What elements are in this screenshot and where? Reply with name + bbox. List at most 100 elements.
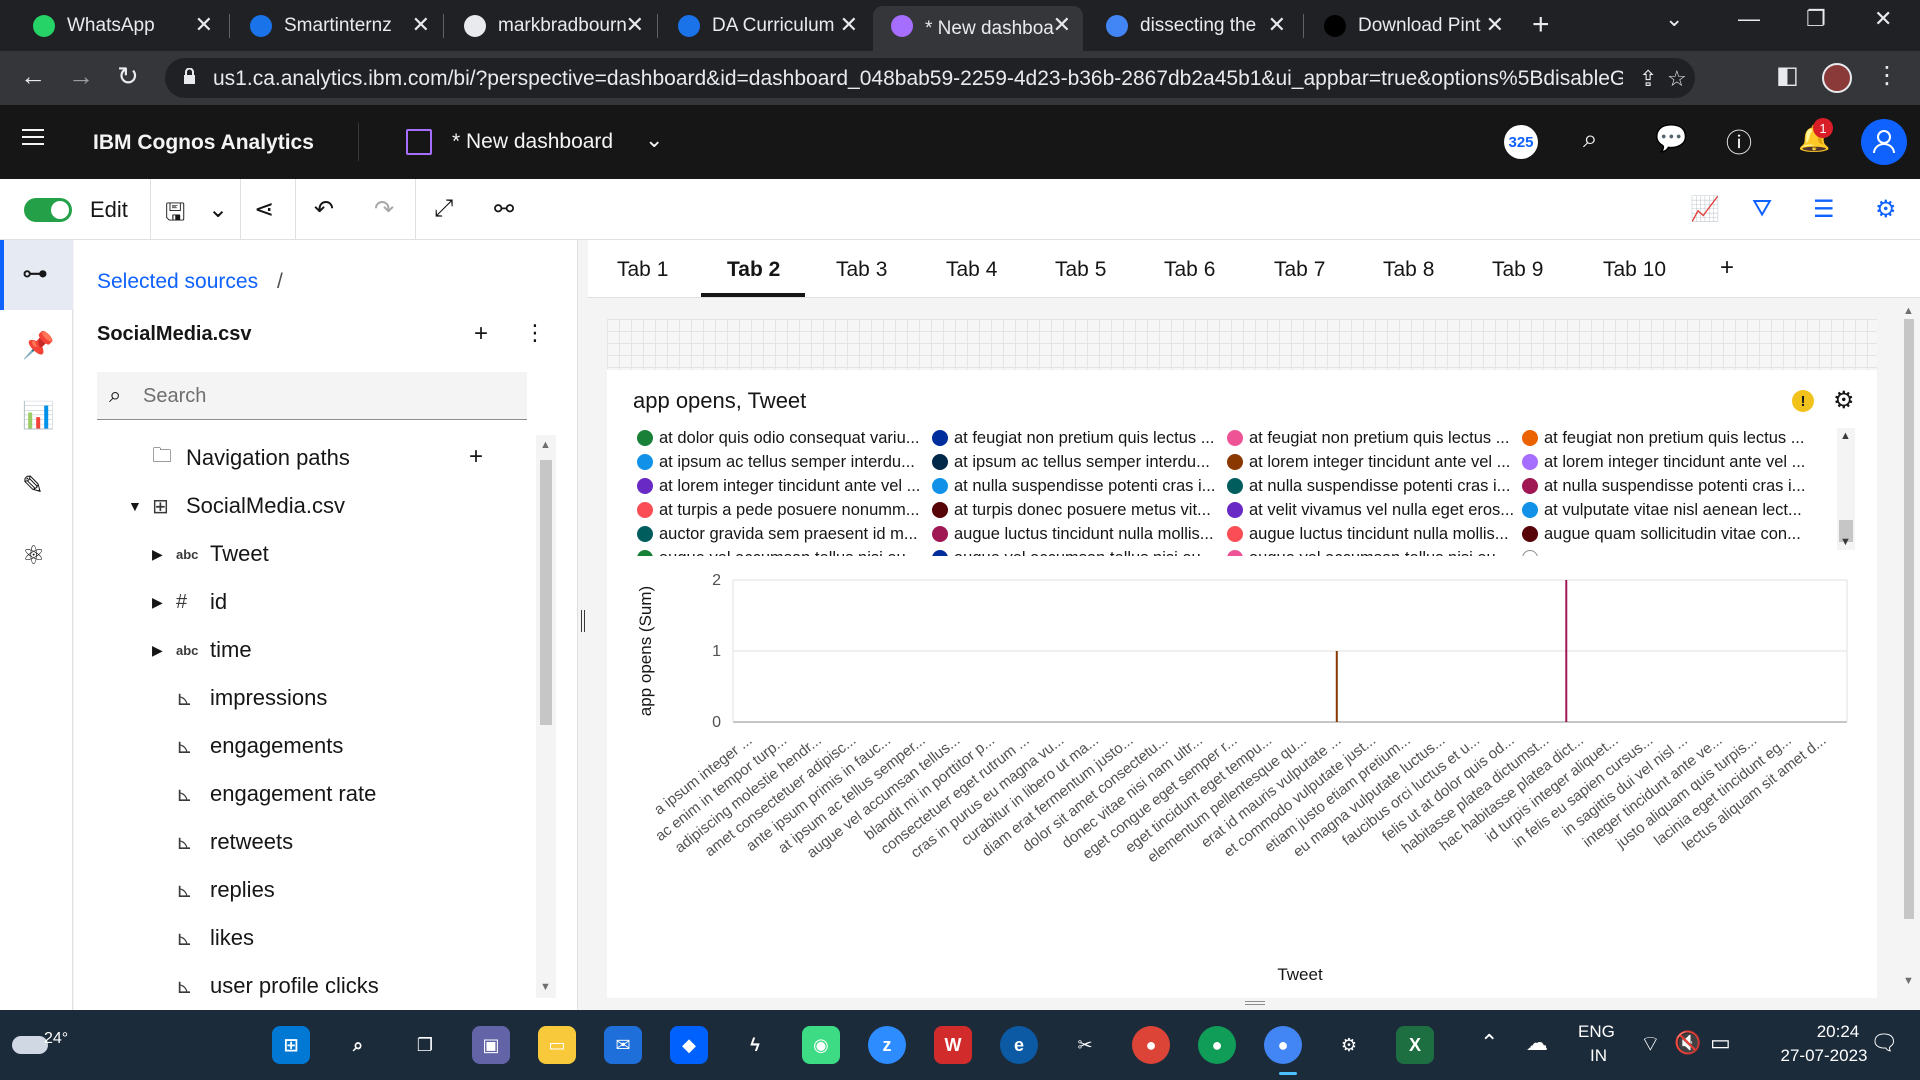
legend-scrollbar[interactable]: ▲ ▼ xyxy=(1837,428,1855,550)
legend-item[interactable]: at lorem integer tincidunt ante vel ... xyxy=(637,474,927,498)
scroll-up-icon[interactable]: ▲ xyxy=(540,439,551,451)
side-panel-icon[interactable]: ◧ xyxy=(1776,61,1799,90)
snipping-tool-icon[interactable]: ✂ xyxy=(1066,1026,1104,1064)
close-tab-icon[interactable]: ✕ xyxy=(1053,12,1071,38)
minimize-icon[interactable]: — xyxy=(1738,6,1760,32)
tree-node[interactable]: ⊾ user profile clicks xyxy=(152,966,379,1006)
volume-muted-icon[interactable]: 🔇 xyxy=(1674,1030,1701,1056)
settings-icon[interactable]: ⚙ xyxy=(1833,386,1855,415)
browser-tab[interactable]: * New dashboa ✕ xyxy=(873,6,1083,51)
file-explorer-icon[interactable]: ▭ xyxy=(538,1026,576,1064)
legend-item[interactable]: at feugiat non pretium quis lectus ... xyxy=(1227,426,1517,450)
visualizations-icon[interactable]: 📈 xyxy=(1690,195,1720,224)
tree-node[interactable]: ▶ abc time xyxy=(152,630,252,670)
legend-item[interactable]: at feugiat non pretium quis lectus ... xyxy=(1522,426,1812,450)
widgets-icon[interactable]: ✎ xyxy=(22,470,44,501)
chrome-menu-icon[interactable]: ⋮ xyxy=(1875,61,1899,90)
search-icon[interactable]: ⌕ xyxy=(339,1026,377,1064)
dashboard-tab[interactable]: Tab 8 xyxy=(1383,258,1434,282)
settings-icon[interactable]: ⚙ xyxy=(1330,1026,1368,1064)
pin-icon[interactable]: 📌 xyxy=(22,330,54,361)
legend-item[interactable]: ... xyxy=(1522,546,1812,556)
windows-start-icon[interactable]: ⊞ xyxy=(272,1026,310,1064)
scroll-up-icon[interactable]: ▲ xyxy=(1840,430,1851,442)
browser-tab[interactable]: Smartinternz ✕ xyxy=(232,6,442,45)
legend-item[interactable]: augue vel accumsan tellus nisi eu ... xyxy=(1227,546,1517,556)
tab-search-icon[interactable]: ⌄ xyxy=(1665,6,1683,32)
legend-item[interactable]: at feugiat non pretium quis lectus ... xyxy=(932,426,1222,450)
legend-item[interactable]: at vulputate vitae nisl aenean lect... xyxy=(1522,498,1812,522)
edit-mode-toggle[interactable] xyxy=(24,198,72,222)
dashboard-tab[interactable]: Tab 2 xyxy=(727,258,780,282)
save-icon[interactable]: 🖫 xyxy=(165,195,185,236)
caret-right-icon[interactable]: ▶ xyxy=(152,594,176,611)
task-view-icon[interactable]: ❐ xyxy=(406,1026,444,1064)
user-avatar-button[interactable] xyxy=(1861,119,1907,165)
chevron-up-icon[interactable]: ⌃ xyxy=(1480,1030,1498,1056)
add-tab-button[interactable]: + xyxy=(1720,254,1734,282)
tree-node[interactable]: ⊾ engagements xyxy=(152,726,343,766)
share-icon[interactable]: ⇪ xyxy=(1639,66,1657,92)
relationship-icon[interactable]: ⚯ xyxy=(494,195,514,224)
search-icon[interactable]: ⌕ xyxy=(1583,123,1598,155)
chrome-profile-icon[interactable]: ● xyxy=(1132,1026,1170,1064)
legend-item[interactable]: at turpis donec posuere metus vit... xyxy=(932,498,1222,522)
filter-icon[interactable]: ⛛ xyxy=(1752,195,1772,223)
visualization-widget[interactable]: app opens, Tweet ! ⚙ at dolor quis odio … xyxy=(607,370,1877,998)
caret-right-icon[interactable]: ▶ xyxy=(152,546,176,563)
panel-splitter[interactable] xyxy=(578,240,588,1010)
dashboard-tab[interactable]: Tab 5 xyxy=(1055,258,1106,282)
close-tab-icon[interactable]: ✕ xyxy=(1268,12,1286,38)
widget-resize-handle[interactable] xyxy=(1245,1001,1265,1005)
user-count-badge[interactable]: 325 xyxy=(1504,125,1538,159)
browser-tab[interactable]: dissecting the ✕ xyxy=(1088,6,1298,45)
legend-item[interactable]: augue luctus tincidunt nulla mollis... xyxy=(1227,522,1517,546)
browser-tab[interactable]: markbradbourn ✕ xyxy=(446,6,656,45)
dashboard-tab[interactable]: Tab 1 xyxy=(617,258,668,282)
splitter-grip[interactable] xyxy=(581,610,585,632)
widget-title[interactable]: app opens, Tweet xyxy=(633,388,806,414)
restore-icon[interactable]: ❐ xyxy=(1806,6,1826,32)
close-tab-icon[interactable]: ✕ xyxy=(412,12,430,38)
expand-icon[interactable]: ⤢ xyxy=(434,195,453,223)
browser-tab[interactable]: DA Curriculum ✕ xyxy=(660,6,870,45)
tree-node[interactable]: ▶ # id xyxy=(152,582,227,622)
wps-office-icon[interactable]: W xyxy=(934,1026,972,1064)
close-tab-icon[interactable]: ✕ xyxy=(195,12,213,38)
back-icon[interactable]: ← xyxy=(20,61,46,92)
scroll-up-icon[interactable]: ▲ xyxy=(1903,305,1914,317)
legend-item[interactable]: at ipsum ac tellus semper interdu... xyxy=(932,450,1222,474)
chevron-down-icon[interactable]: ⌄ xyxy=(645,127,663,153)
android-studio-icon[interactable]: ◉ xyxy=(802,1026,840,1064)
caret-down-icon[interactable]: ▼ xyxy=(128,498,152,514)
notification-center-icon[interactable]: 🗨 xyxy=(1870,1030,1898,1056)
data-sources-icon[interactable]: ⊶ xyxy=(22,258,48,289)
legend-item[interactable]: at nulla suspendisse potenti cras i... xyxy=(932,474,1222,498)
save-chevron-down-icon[interactable]: ⌄ xyxy=(208,195,228,224)
clock-date[interactable]: 27-07-2023 xyxy=(1774,1046,1874,1066)
help-icon[interactable]: ⓘ xyxy=(1726,123,1752,160)
add-navigation-path-icon[interactable]: + xyxy=(469,443,483,471)
chrome-icon[interactable]: ● xyxy=(1198,1026,1236,1064)
properties-icon[interactable]: ⚙ xyxy=(1875,195,1897,224)
legend-item[interactable]: at nulla suspendisse potenti cras i... xyxy=(1522,474,1812,498)
tree-node[interactable]: 🗀 Navigation paths xyxy=(128,438,350,478)
canvas-scrollbar[interactable]: ▲ ▼ xyxy=(1898,299,1920,1010)
zoom-icon[interactable]: z xyxy=(868,1026,906,1064)
dashboard-tab[interactable]: Tab 6 xyxy=(1164,258,1215,282)
selected-sources-link[interactable]: Selected sources xyxy=(97,270,258,294)
scroll-down-icon[interactable]: ▼ xyxy=(1903,975,1914,987)
scroll-down-icon[interactable]: ▼ xyxy=(540,981,551,993)
chrome-active-icon[interactable]: ● xyxy=(1264,1026,1302,1064)
clock-time[interactable]: 20:24 xyxy=(1808,1022,1868,1042)
undo-icon[interactable]: ↶ xyxy=(314,195,334,224)
panel-scrollbar[interactable]: ▲ ▼ xyxy=(536,435,556,998)
scroll-thumb[interactable] xyxy=(540,460,552,725)
tree-node[interactable]: ⊾ retweets xyxy=(152,822,293,862)
close-tab-icon[interactable]: ✕ xyxy=(840,12,858,38)
browser-tab[interactable]: Download Pint ✕ xyxy=(1306,6,1516,45)
wifi-icon[interactable]: ⌔ xyxy=(1640,1030,1661,1058)
close-window-icon[interactable]: ✕ xyxy=(1874,6,1892,32)
forward-icon[interactable]: → xyxy=(68,61,94,92)
onedrive-icon[interactable]: ☁ xyxy=(1526,1030,1548,1056)
